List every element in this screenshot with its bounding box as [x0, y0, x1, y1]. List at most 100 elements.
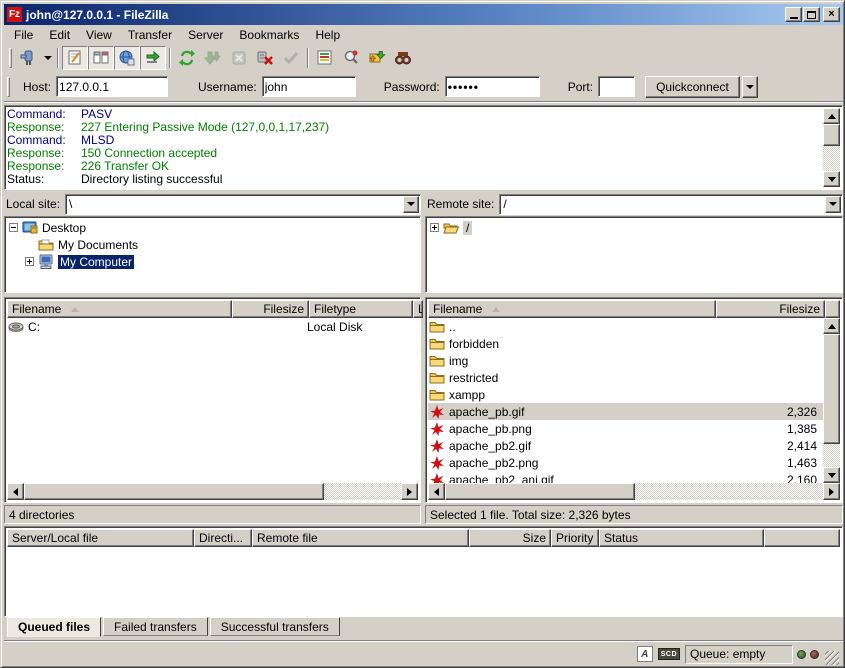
reconnect-icon[interactable] [278, 46, 304, 70]
scroll-up-button[interactable] [823, 318, 840, 334]
column-filesize[interactable]: Filesize [716, 300, 825, 318]
scroll-thumb[interactable] [823, 334, 840, 444]
triangle-up-icon [828, 324, 836, 329]
port-input[interactable] [601, 80, 632, 94]
remote-vertical-scrollbar[interactable] [823, 318, 840, 483]
menu-transfer[interactable]: Transfer [120, 26, 180, 44]
maximize-button[interactable] [803, 7, 820, 22]
file-row[interactable]: apache_pb2.gif 2,414 [428, 437, 823, 454]
menu-view[interactable]: View [78, 26, 120, 44]
column-direction[interactable]: Directi... [194, 529, 252, 547]
collapse-icon[interactable] [9, 223, 18, 232]
scroll-thumb[interactable] [445, 483, 635, 500]
queue-status-text: Queue: empty [690, 647, 765, 661]
site-manager-dropdown[interactable] [41, 46, 54, 70]
expand-icon[interactable] [430, 223, 439, 232]
scroll-up-button[interactable] [823, 108, 840, 124]
scroll-left-button[interactable] [7, 483, 24, 500]
tree-item-my-computer[interactable]: My Computer [7, 253, 418, 270]
synchronized-browsing-icon[interactable] [364, 46, 390, 70]
column-filename[interactable]: Filename [428, 300, 716, 318]
close-button[interactable]: × [823, 7, 840, 22]
quickconnect-dropdown[interactable] [742, 76, 758, 98]
tree-item-desktop[interactable]: Desktop [7, 219, 418, 236]
log-vertical-scrollbar[interactable] [823, 108, 840, 187]
file-row[interactable]: apache_pb.png 1,385 [428, 420, 823, 437]
resize-grip[interactable] [825, 651, 839, 665]
scroll-thumb[interactable] [24, 483, 324, 500]
column-priority[interactable]: Priority [551, 529, 599, 547]
column-status[interactable]: Status [599, 529, 764, 547]
column-filetype[interactable]: Filetype [309, 300, 413, 318]
local-site-combo[interactable]: \ [65, 194, 421, 215]
local-list-header: Filename Filesize Filetype L [7, 300, 418, 318]
column-filename[interactable]: Filename [7, 300, 232, 318]
file-name: apache_pb.gif [449, 405, 717, 419]
file-row[interactable]: .. [428, 318, 823, 335]
title-bar[interactable]: Fz john@127.0.0.1 - FileZilla × [4, 4, 843, 25]
file-name: apache_pb2.png [449, 456, 717, 470]
scroll-left-button[interactable] [428, 483, 445, 500]
column-remote-file[interactable]: Remote file [252, 529, 469, 547]
menu-file[interactable]: File [6, 26, 41, 44]
toggle-message-log-icon[interactable] [62, 46, 88, 70]
quickbar-grip[interactable] [7, 77, 10, 97]
tab-failed-transfers[interactable]: Failed transfers [103, 617, 208, 636]
local-site-combo-button[interactable] [403, 196, 419, 213]
file-row[interactable]: apache_pb2_ani.gif 2,160 [428, 471, 823, 483]
find-files-icon[interactable] [390, 46, 416, 70]
file-row[interactable]: restricted [428, 369, 823, 386]
scroll-down-button[interactable] [823, 467, 840, 483]
quickconnect-button[interactable]: Quickconnect [645, 76, 740, 98]
host-input[interactable] [59, 80, 165, 94]
toggle-remote-tree-icon[interactable] [114, 46, 140, 70]
scroll-right-button[interactable] [823, 483, 840, 500]
expand-icon[interactable] [25, 257, 34, 266]
menu-bookmarks[interactable]: Bookmarks [231, 26, 307, 44]
menu-help[interactable]: Help [307, 26, 348, 44]
remote-site-combo[interactable]: / [499, 194, 843, 215]
password-input[interactable] [448, 80, 537, 94]
tree-item-root[interactable]: / [428, 219, 840, 236]
transfer-type-icon[interactable]: A [637, 646, 653, 662]
username-input[interactable] [265, 80, 353, 94]
file-row[interactable]: xampp [428, 386, 823, 403]
file-row-selected[interactable]: apache_pb.gif 2,326 [428, 403, 823, 420]
menu-server[interactable]: Server [180, 26, 231, 44]
file-row[interactable]: forbidden [428, 335, 823, 352]
process-queue-icon[interactable] [200, 46, 226, 70]
file-row[interactable]: C: Local Disk [7, 318, 418, 335]
disconnect-icon[interactable] [252, 46, 278, 70]
scroll-right-button[interactable] [401, 483, 418, 500]
toggle-local-tree-icon[interactable] [88, 46, 114, 70]
tab-queued-files[interactable]: Queued files [7, 617, 101, 637]
toolbar-grip[interactable] [9, 48, 12, 68]
column-last-modified[interactable]: L [413, 300, 423, 318]
cancel-operation-icon[interactable] [226, 46, 252, 70]
file-name: img [449, 354, 717, 368]
toggle-transfer-queue-icon[interactable] [140, 46, 166, 70]
maximize-icon [807, 11, 816, 19]
tab-successful-transfers[interactable]: Successful transfers [210, 617, 340, 636]
log-label: Status: [7, 173, 81, 186]
column-server-local-file[interactable]: Server/Local file [7, 529, 194, 547]
local-horizontal-scrollbar[interactable] [7, 483, 418, 500]
remote-site-combo-button[interactable] [825, 196, 841, 213]
file-name: C: [28, 320, 228, 334]
file-row[interactable]: img [428, 352, 823, 369]
scroll-down-button[interactable] [823, 171, 840, 187]
site-manager-icon[interactable] [15, 46, 41, 70]
column-size[interactable]: Size [469, 529, 551, 547]
scroll-thumb[interactable] [823, 124, 840, 146]
directory-comparison-icon[interactable] [312, 46, 338, 70]
filename-filters-icon[interactable] [338, 46, 364, 70]
tree-item-my-documents[interactable]: My Documents [7, 236, 418, 253]
speed-limit-icon[interactable]: SCD [658, 648, 680, 660]
minimize-button[interactable] [785, 7, 802, 22]
menu-edit[interactable]: Edit [41, 26, 78, 44]
tree-item-label: Desktop [42, 221, 86, 235]
file-row[interactable]: apache_pb2.png 1,463 [428, 454, 823, 471]
refresh-icon[interactable] [174, 46, 200, 70]
column-filesize[interactable]: Filesize [232, 300, 309, 318]
remote-horizontal-scrollbar[interactable] [428, 483, 840, 500]
